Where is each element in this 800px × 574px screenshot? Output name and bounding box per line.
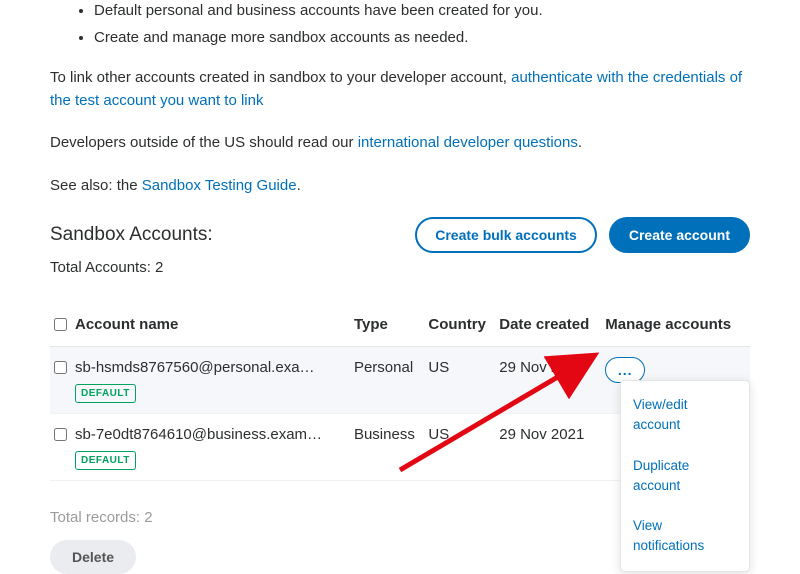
account-date: 29 Nov 2021 xyxy=(499,347,605,414)
create-account-button[interactable]: Create account xyxy=(609,217,750,253)
sandbox-guide-link[interactable]: Sandbox Testing Guide xyxy=(142,177,297,194)
see-also-pre: See also: the xyxy=(50,177,142,194)
total-accounts: Total Accounts: 2 xyxy=(50,257,750,280)
intl-questions-link[interactable]: international developer questions xyxy=(358,134,578,151)
account-type: Business xyxy=(354,414,428,481)
intl-intro-text: Developers outside of the US should read… xyxy=(50,134,358,151)
account-country: US xyxy=(428,414,499,481)
row-checkbox[interactable] xyxy=(54,361,67,374)
account-type: Personal xyxy=(354,347,428,414)
create-bulk-button[interactable]: Create bulk accounts xyxy=(415,217,597,253)
section-title: Sandbox Accounts: xyxy=(50,221,213,250)
account-name: sb-hsmds8767560@personal.exampl… xyxy=(75,357,325,380)
col-manage: Manage accounts xyxy=(605,304,750,347)
see-also-paragraph: See also: the Sandbox Testing Guide. xyxy=(50,175,750,198)
dots-icon: ... xyxy=(618,363,633,377)
account-name: sb-7e0dt8764610@business.example… xyxy=(75,424,325,447)
total-records: Total records: 2 xyxy=(50,507,153,530)
select-all-checkbox[interactable] xyxy=(54,318,67,331)
link-intro-text: To link other accounts created in sandbo… xyxy=(50,69,511,86)
default-badge: DEFAULT xyxy=(75,384,136,403)
account-country: US xyxy=(428,347,499,414)
intro-bullets: Default personal and business accounts h… xyxy=(94,0,750,49)
col-date: Date created xyxy=(499,304,605,347)
intl-paragraph: Developers outside of the US should read… xyxy=(50,132,750,155)
action-buttons: Create bulk accounts Create account xyxy=(415,217,750,253)
menu-notifications[interactable]: View notifications xyxy=(621,506,749,567)
bullet-item: Default personal and business accounts h… xyxy=(94,0,750,23)
menu-view-edit[interactable]: View/edit account xyxy=(621,385,749,446)
default-badge: DEFAULT xyxy=(75,451,136,470)
manage-dropdown: View/edit account Duplicate account View… xyxy=(620,380,750,572)
delete-button[interactable]: Delete xyxy=(50,540,136,574)
account-date: 29 Nov 2021 xyxy=(499,414,605,481)
row-checkbox[interactable] xyxy=(54,428,67,441)
col-type: Type xyxy=(354,304,428,347)
bullet-item: Create and manage more sandbox accounts … xyxy=(94,27,750,50)
menu-duplicate[interactable]: Duplicate account xyxy=(621,446,749,507)
col-country: Country xyxy=(428,304,499,347)
section-header: Sandbox Accounts: Create bulk accounts C… xyxy=(50,217,750,253)
link-paragraph: To link other accounts created in sandbo… xyxy=(50,67,750,112)
col-name: Account name xyxy=(75,304,354,347)
